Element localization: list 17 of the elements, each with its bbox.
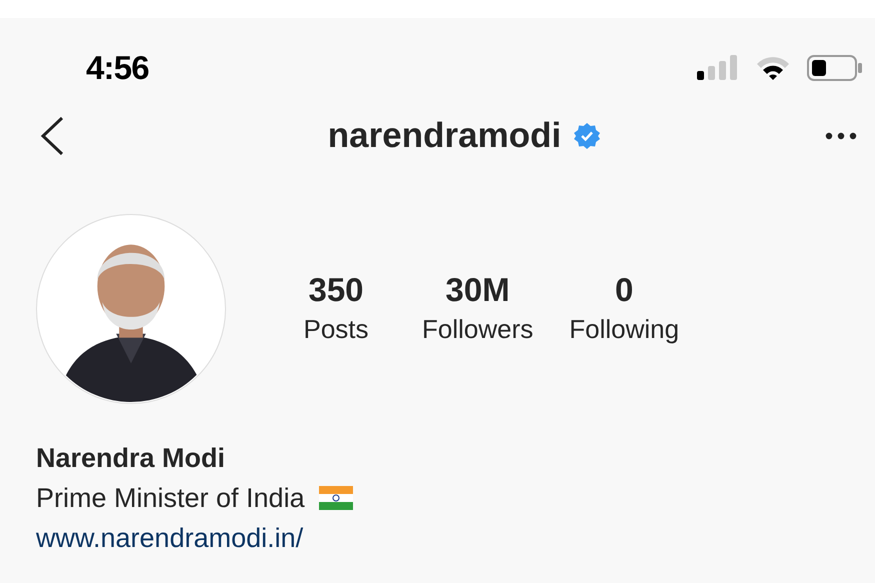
signal-icon	[697, 55, 739, 81]
username: narendramodi	[328, 114, 562, 157]
battery-icon	[807, 54, 863, 82]
website-link[interactable]: www.narendramodi.in/	[36, 520, 304, 556]
back-icon[interactable]	[40, 116, 64, 156]
bio-text: Prime Minister of India	[36, 482, 305, 515]
stat-count: 0	[614, 270, 634, 310]
wifi-icon	[755, 55, 791, 81]
stat-label[interactable]: Following	[569, 310, 680, 350]
stat-label[interactable]: Followers	[422, 310, 534, 350]
stat-label[interactable]: Posts	[303, 310, 369, 350]
clock-time: 4:56	[86, 48, 149, 88]
flag-icon	[318, 486, 353, 510]
stat-count: 30M	[446, 270, 510, 310]
stat-count: 350	[308, 270, 364, 310]
profile-name: Narendra Modi	[36, 442, 226, 475]
more-options-icon[interactable]	[824, 132, 857, 140]
